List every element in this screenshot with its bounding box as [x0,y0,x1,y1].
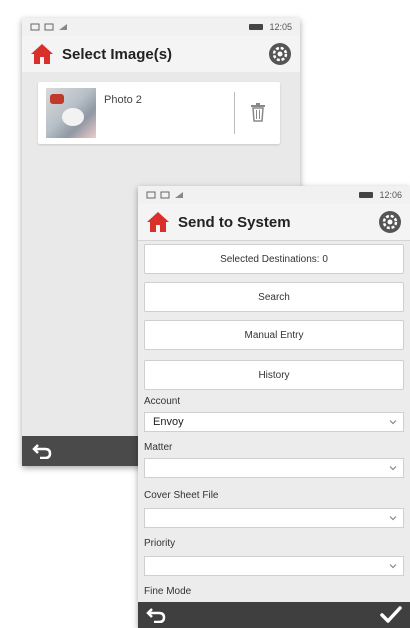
sim-icon [30,23,40,31]
search-button[interactable]: Search [144,282,404,312]
list-item[interactable]: Photo 2 [38,82,280,144]
sim-icon [146,191,156,199]
divider [234,92,235,134]
photo-thumbnail[interactable] [46,88,96,138]
signal-icon [59,24,67,30]
fine-mode-label: Fine Mode [144,586,192,597]
bottom-bar [138,602,410,628]
signal-icon [175,192,183,198]
chevron-down-icon [389,516,397,521]
gear-icon[interactable] [268,42,292,66]
send-to-system-screen: 12:06 Send to System Selected Destinatio… [138,186,410,628]
chevron-down-icon [389,466,397,471]
account-label: Account [144,396,181,407]
app-header: Select Image(s) [22,36,300,73]
matter-select[interactable] [144,458,404,478]
manual-entry-button[interactable]: Manual Entry [144,320,404,350]
cover-sheet-label: Cover Sheet File [144,490,219,501]
battery-icon [249,24,264,30]
sim-icon [44,23,54,31]
home-icon[interactable] [146,211,170,233]
account-value: Envoy [153,416,184,428]
photo-name: Photo 2 [104,94,142,106]
cover-sheet-select[interactable] [144,508,404,528]
status-time: 12:06 [379,190,402,200]
status-bar: 12:06 [138,186,410,204]
back-icon[interactable] [146,607,166,623]
trash-icon[interactable] [250,102,266,122]
page-title: Select Image(s) [62,45,173,63]
sim-icon [160,191,170,199]
send-form: Selected Destinations: 0 Search Manual E… [138,240,410,602]
gear-icon[interactable] [378,210,402,234]
battery-icon [359,192,374,198]
back-icon[interactable] [32,443,52,459]
check-icon[interactable] [380,606,402,624]
history-button[interactable]: History [144,360,404,390]
app-header: Send to System [138,204,410,241]
account-select[interactable]: Envoy [144,412,404,432]
status-bar: 12:05 [22,18,300,36]
matter-label: Matter [144,442,173,453]
chevron-down-icon [389,420,397,425]
priority-label: Priority [144,538,176,549]
selected-destinations-button[interactable]: Selected Destinations: 0 [144,244,404,274]
home-icon[interactable] [30,43,54,65]
page-title: Send to System [178,213,291,231]
status-time: 12:05 [269,22,292,32]
priority-select[interactable] [144,556,404,576]
chevron-down-icon [389,564,397,569]
